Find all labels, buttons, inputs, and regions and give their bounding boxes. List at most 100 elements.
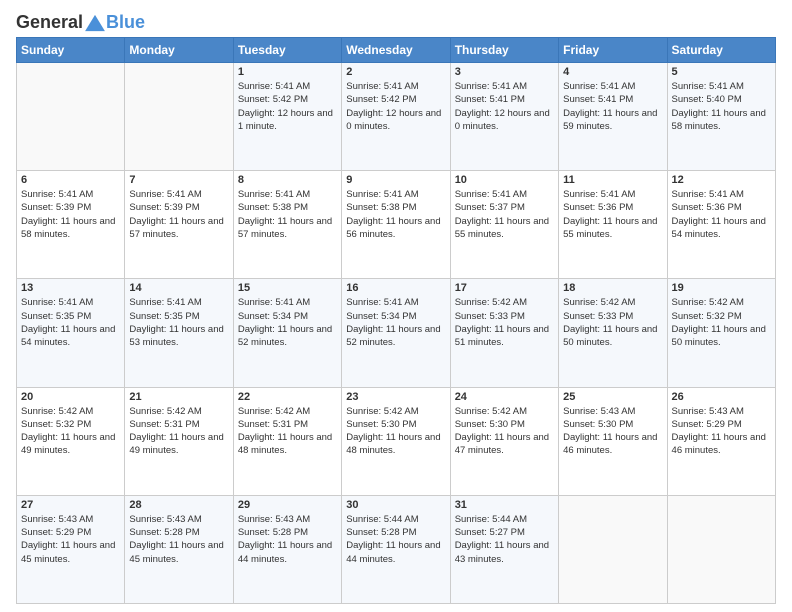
day-info: Sunrise: 5:41 AM Sunset: 5:35 PM Dayligh…: [21, 296, 120, 349]
calendar-day-cell: 3Sunrise: 5:41 AM Sunset: 5:41 PM Daylig…: [450, 63, 558, 171]
calendar-week-row: 6 Sunrise: 5:41 AM Sunset: 5:39 PM Daylig…: [17, 171, 776, 279]
day-number: 3: [455, 66, 554, 78]
calendar-day-cell: 12 Sunrise: 5:41 AM Sunset: 5:36 PM Dayli…: [667, 171, 775, 279]
day-info: Sunrise: 5:41 AM Sunset: 5:39 PM Dayligh…: [129, 188, 228, 241]
calendar-day-cell: 2Sunrise: 5:41 AM Sunset: 5:42 PM Daylig…: [342, 63, 450, 171]
day-info: Sunrise: 5:44 AM Sunset: 5:27 PM Dayligh…: [455, 513, 554, 566]
calendar-day-cell: 22 Sunrise: 5:42 AM Sunset: 5:31 PM Dayli…: [233, 387, 341, 495]
calendar-day-cell: [559, 495, 667, 603]
calendar-day-cell: 9 Sunrise: 5:41 AM Sunset: 5:38 PM Daylig…: [342, 171, 450, 279]
calendar-day-cell: 5 Sunrise: 5:41 AM Sunset: 5:40 PM Daylig…: [667, 63, 775, 171]
calendar-day-cell: 16 Sunrise: 5:41 AM Sunset: 5:34 PM Dayli…: [342, 279, 450, 387]
day-info: Sunrise: 5:41 AM Sunset: 5:36 PM Dayligh…: [563, 188, 662, 241]
day-number: 27: [21, 499, 120, 511]
logo-area: GeneralBlue: [16, 12, 145, 33]
logo-general-text: General: [16, 12, 83, 33]
calendar-day-cell: 7 Sunrise: 5:41 AM Sunset: 5:39 PM Daylig…: [125, 171, 233, 279]
day-info: Sunrise: 5:41 AM Sunset: 5:34 PM Dayligh…: [346, 296, 445, 349]
day-number: 4: [563, 66, 662, 78]
day-info: Sunrise: 5:42 AM Sunset: 5:33 PM Dayligh…: [455, 296, 554, 349]
calendar-day-cell: 17 Sunrise: 5:42 AM Sunset: 5:33 PM Dayli…: [450, 279, 558, 387]
day-number: 10: [455, 174, 554, 186]
day-info: Sunrise: 5:41 AM Sunset: 5:40 PM Dayligh…: [672, 80, 771, 133]
calendar-day-cell: 15 Sunrise: 5:41 AM Sunset: 5:34 PM Dayli…: [233, 279, 341, 387]
day-number: 30: [346, 499, 445, 511]
calendar-day-header: Tuesday: [233, 38, 341, 63]
day-info: Sunrise: 5:42 AM Sunset: 5:33 PM Dayligh…: [563, 296, 662, 349]
day-info: Sunrise: 5:43 AM Sunset: 5:28 PM Dayligh…: [129, 513, 228, 566]
calendar-day-cell: 23 Sunrise: 5:42 AM Sunset: 5:30 PM Dayli…: [342, 387, 450, 495]
logo-icon: [84, 14, 106, 32]
day-number: 7: [129, 174, 228, 186]
day-number: 15: [238, 282, 337, 294]
day-info: Sunrise: 5:43 AM Sunset: 5:30 PM Dayligh…: [563, 405, 662, 458]
day-info: Sunrise: 5:41 AM Sunset: 5:36 PM Dayligh…: [672, 188, 771, 241]
day-info: Sunrise: 5:43 AM Sunset: 5:29 PM Dayligh…: [672, 405, 771, 458]
day-info: Sunrise: 5:41 AM Sunset: 5:38 PM Dayligh…: [238, 188, 337, 241]
day-number: 12: [672, 174, 771, 186]
day-number: 13: [21, 282, 120, 294]
day-info: Sunrise: 5:43 AM Sunset: 5:28 PM Dayligh…: [238, 513, 337, 566]
calendar-week-row: 13 Sunrise: 5:41 AM Sunset: 5:35 PM Dayli…: [17, 279, 776, 387]
calendar-day-header: Saturday: [667, 38, 775, 63]
day-number: 16: [346, 282, 445, 294]
calendar-day-cell: 11 Sunrise: 5:41 AM Sunset: 5:36 PM Dayli…: [559, 171, 667, 279]
day-info: Sunrise: 5:42 AM Sunset: 5:31 PM Dayligh…: [129, 405, 228, 458]
day-info: Sunrise: 5:42 AM Sunset: 5:30 PM Dayligh…: [455, 405, 554, 458]
day-number: 21: [129, 391, 228, 403]
calendar-day-cell: [667, 495, 775, 603]
day-number: 1: [238, 66, 337, 78]
day-number: 29: [238, 499, 337, 511]
calendar-day-header: Monday: [125, 38, 233, 63]
day-number: 20: [21, 391, 120, 403]
calendar-day-header: Wednesday: [342, 38, 450, 63]
day-number: 5: [672, 66, 771, 78]
day-info: Sunrise: 5:41 AM Sunset: 5:35 PM Dayligh…: [129, 296, 228, 349]
calendar-day-cell: 21 Sunrise: 5:42 AM Sunset: 5:31 PM Dayli…: [125, 387, 233, 495]
calendar-day-cell: [17, 63, 125, 171]
day-number: 23: [346, 391, 445, 403]
day-info: Sunrise: 5:42 AM Sunset: 5:30 PM Dayligh…: [346, 405, 445, 458]
page: GeneralBlue SundayMondayTuesdayWednesday…: [0, 0, 792, 612]
day-number: 22: [238, 391, 337, 403]
calendar-day-cell: 20Sunrise: 5:42 AM Sunset: 5:32 PM Dayli…: [17, 387, 125, 495]
calendar-week-row: 20Sunrise: 5:42 AM Sunset: 5:32 PM Dayli…: [17, 387, 776, 495]
day-number: 25: [563, 391, 662, 403]
calendar-day-cell: 24 Sunrise: 5:42 AM Sunset: 5:30 PM Dayli…: [450, 387, 558, 495]
day-number: 8: [238, 174, 337, 186]
calendar-day-cell: 18 Sunrise: 5:42 AM Sunset: 5:33 PM Dayli…: [559, 279, 667, 387]
calendar-week-row: 1 Sunrise: 5:41 AM Sunset: 5:42 PM Daylig…: [17, 63, 776, 171]
calendar-day-cell: 27Sunrise: 5:43 AM Sunset: 5:29 PM Dayli…: [17, 495, 125, 603]
day-number: 26: [672, 391, 771, 403]
calendar-day-cell: 26 Sunrise: 5:43 AM Sunset: 5:29 PM Dayli…: [667, 387, 775, 495]
day-number: 17: [455, 282, 554, 294]
day-info: Sunrise: 5:41 AM Sunset: 5:41 PM Dayligh…: [563, 80, 662, 133]
calendar-day-cell: 29 Sunrise: 5:43 AM Sunset: 5:28 PM Dayli…: [233, 495, 341, 603]
day-number: 11: [563, 174, 662, 186]
calendar-day-cell: 31Sunrise: 5:44 AM Sunset: 5:27 PM Dayli…: [450, 495, 558, 603]
calendar-day-cell: 25 Sunrise: 5:43 AM Sunset: 5:30 PM Dayli…: [559, 387, 667, 495]
calendar-day-cell: 6 Sunrise: 5:41 AM Sunset: 5:39 PM Daylig…: [17, 171, 125, 279]
day-info: Sunrise: 5:42 AM Sunset: 5:31 PM Dayligh…: [238, 405, 337, 458]
day-number: 18: [563, 282, 662, 294]
day-info: Sunrise: 5:41 AM Sunset: 5:42 PM Dayligh…: [346, 80, 445, 133]
calendar-day-cell: 10Sunrise: 5:41 AM Sunset: 5:37 PM Dayli…: [450, 171, 558, 279]
day-info: Sunrise: 5:41 AM Sunset: 5:39 PM Dayligh…: [21, 188, 120, 241]
calendar-day-cell: 1 Sunrise: 5:41 AM Sunset: 5:42 PM Daylig…: [233, 63, 341, 171]
day-info: Sunrise: 5:41 AM Sunset: 5:38 PM Dayligh…: [346, 188, 445, 241]
calendar-day-cell: [125, 63, 233, 171]
header: GeneralBlue: [16, 12, 776, 33]
calendar-day-header: Thursday: [450, 38, 558, 63]
calendar-day-cell: 19Sunrise: 5:42 AM Sunset: 5:32 PM Dayli…: [667, 279, 775, 387]
day-number: 24: [455, 391, 554, 403]
day-info: Sunrise: 5:41 AM Sunset: 5:42 PM Dayligh…: [238, 80, 337, 133]
day-info: Sunrise: 5:44 AM Sunset: 5:28 PM Dayligh…: [346, 513, 445, 566]
day-info: Sunrise: 5:41 AM Sunset: 5:34 PM Dayligh…: [238, 296, 337, 349]
day-number: 6: [21, 174, 120, 186]
calendar-day-cell: 13 Sunrise: 5:41 AM Sunset: 5:35 PM Dayli…: [17, 279, 125, 387]
day-number: 14: [129, 282, 228, 294]
calendar-week-row: 27Sunrise: 5:43 AM Sunset: 5:29 PM Dayli…: [17, 495, 776, 603]
calendar-day-cell: 4 Sunrise: 5:41 AM Sunset: 5:41 PM Daylig…: [559, 63, 667, 171]
day-number: 9: [346, 174, 445, 186]
calendar-day-header: Sunday: [17, 38, 125, 63]
